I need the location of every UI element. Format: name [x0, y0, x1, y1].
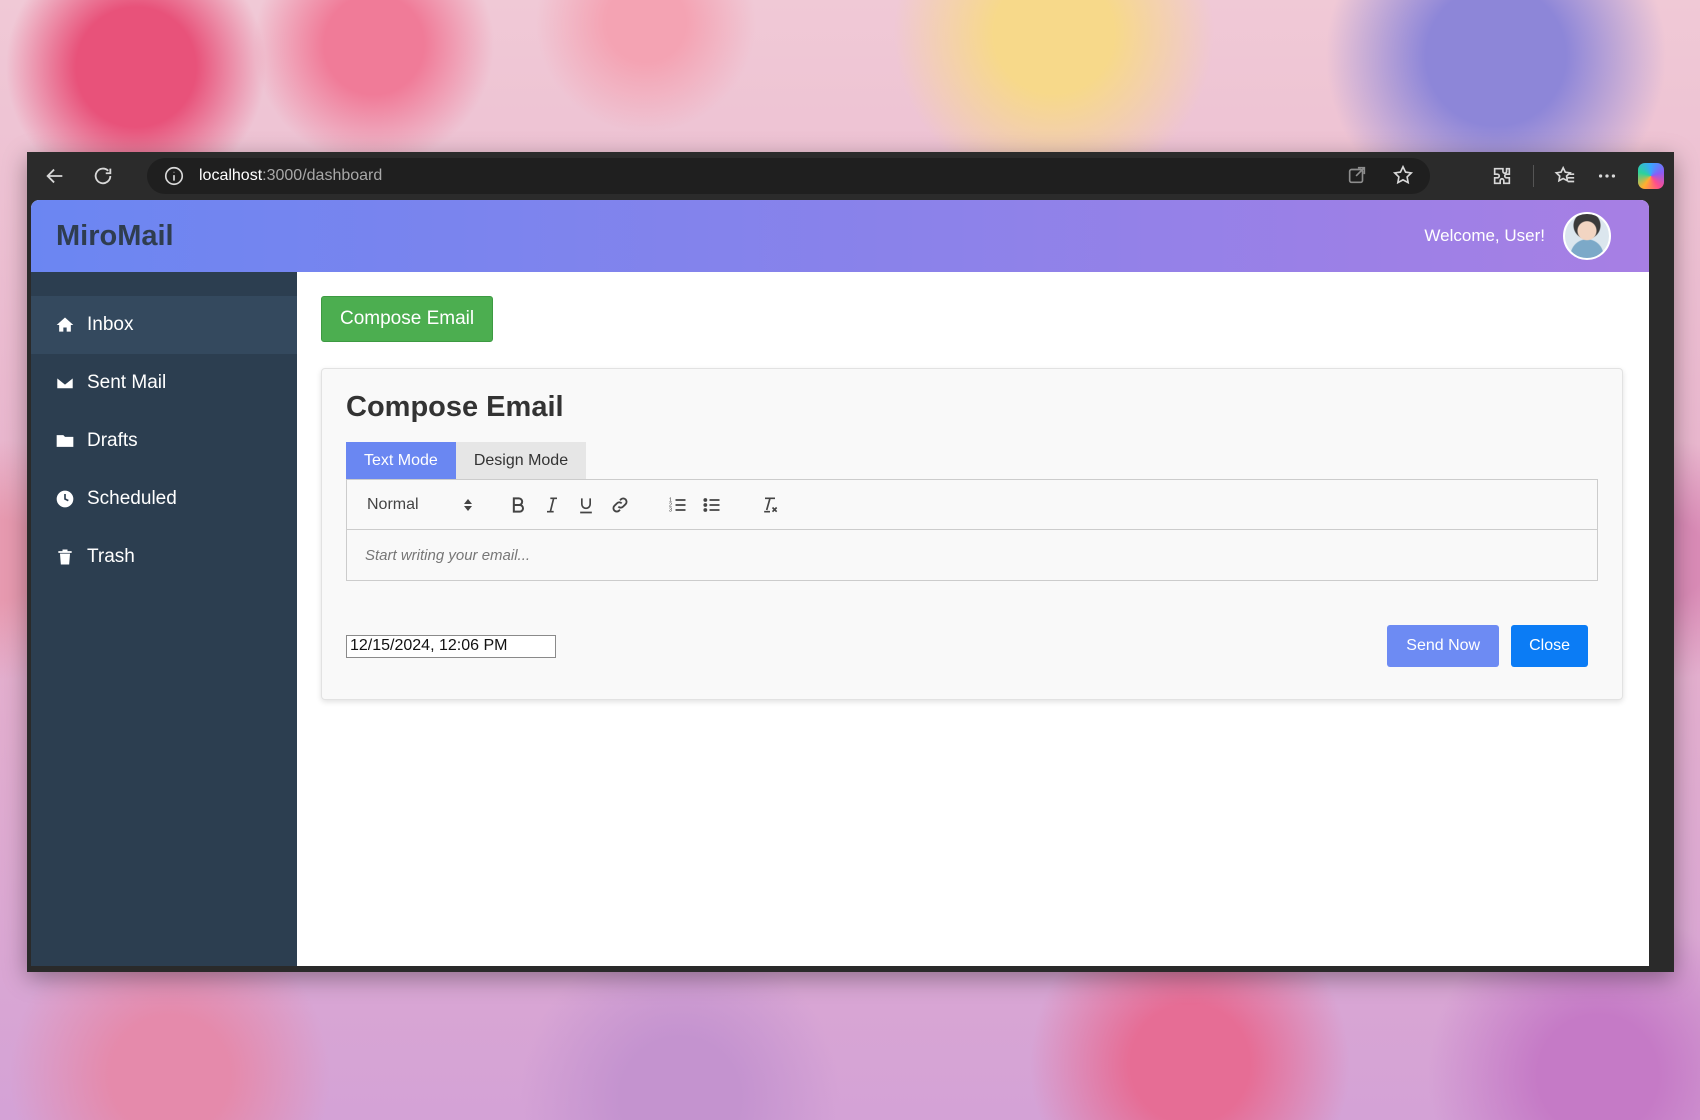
sidebar-item-drafts[interactable]: Drafts: [31, 412, 297, 470]
compose-actions: Send Now Close: [1387, 625, 1588, 667]
app-header: MiroMail Welcome, User!: [31, 200, 1649, 272]
open-in-app-icon[interactable]: [1346, 164, 1368, 186]
link-button[interactable]: [609, 494, 631, 516]
format-select-value: Normal: [367, 495, 419, 513]
italic-icon: [547, 497, 557, 512]
tab-design-mode[interactable]: Design Mode: [455, 442, 587, 479]
underline-button[interactable]: [575, 494, 597, 516]
browser-toolbar: localhost:3000/dashboard: [27, 152, 1674, 200]
sidebar-item-inbox[interactable]: Inbox: [31, 296, 297, 354]
italic-button[interactable]: [541, 494, 563, 516]
brand-logo[interactable]: MiroMail: [56, 220, 174, 253]
link-icon: [612, 497, 628, 512]
folder-icon: [56, 435, 74, 447]
sidebar-item-trash[interactable]: Trash: [31, 528, 297, 586]
editor-placeholder: Start writing your email...: [365, 546, 531, 564]
bullet-list-icon: [703, 497, 720, 512]
main-content: Compose Email Compose Email Text Mode De…: [297, 272, 1649, 966]
trash-icon: [58, 549, 72, 565]
url-path: :3000/dashboard: [262, 167, 383, 184]
back-icon: [46, 168, 63, 184]
rich-text-editor: Normal 1 2 3 Start writing your email...: [346, 479, 1598, 581]
tab-text-mode[interactable]: Text Mode: [346, 442, 456, 479]
back-button[interactable]: [35, 158, 75, 194]
reload-button[interactable]: [83, 158, 123, 194]
favorite-star-icon[interactable]: [1392, 164, 1414, 186]
address-bar[interactable]: localhost:3000/dashboard: [147, 158, 1430, 194]
browser-window: localhost:3000/dashboard MiroMail Welcom…: [27, 152, 1674, 972]
app-viewport: MiroMail Welcome, User! Inbox Sent Mail …: [31, 200, 1649, 966]
format-select[interactable]: Normal: [367, 496, 473, 514]
mode-tabs: Text Mode Design Mode: [346, 442, 1598, 479]
sidebar-item-sent-mail[interactable]: Sent Mail: [31, 354, 297, 412]
email-body-editor[interactable]: Start writing your email...: [347, 530, 1597, 580]
bold-button[interactable]: [507, 494, 529, 516]
info-icon[interactable]: [163, 165, 185, 187]
envelope-icon: [56, 376, 74, 390]
compose-title: Compose Email: [346, 391, 564, 423]
bullet-list-button[interactable]: [701, 494, 723, 516]
svg-text:3: 3: [669, 507, 672, 513]
clear-format-button[interactable]: [759, 494, 781, 516]
sidebar: Inbox Sent Mail Drafts Scheduled Trash: [31, 272, 297, 966]
app-body: Inbox Sent Mail Drafts Scheduled Trash C…: [31, 272, 1649, 966]
schedule-datetime-input[interactable]: [346, 634, 556, 658]
compose-footer: Send Now Close: [346, 625, 1598, 667]
ordered-list-button[interactable]: 123: [667, 494, 689, 516]
extensions-icon[interactable]: [1491, 165, 1513, 187]
close-button[interactable]: Close: [1511, 625, 1588, 667]
editor-toolbar: Normal 1 2 3: [347, 480, 1597, 530]
sidebar-item-label: Scheduled: [87, 488, 177, 509]
select-arrows-icon: [464, 498, 472, 511]
more-icon[interactable]: [1596, 165, 1618, 187]
sidebar-item-label: Sent Mail: [87, 372, 167, 393]
clock-icon: [56, 490, 74, 508]
home-icon: [56, 317, 74, 332]
underline-icon: [580, 497, 592, 513]
toolbar-separator: [1533, 165, 1534, 187]
sidebar-item-scheduled[interactable]: Scheduled: [31, 470, 297, 528]
sidebar-item-label: Trash: [87, 546, 135, 567]
compose-email-panel: Compose Email Text Mode Design Mode Norm…: [321, 368, 1623, 700]
welcome-text: Welcome, User!: [1424, 226, 1545, 245]
sidebar-item-label: Inbox: [87, 314, 134, 335]
user-area: Welcome, User!: [1424, 212, 1611, 260]
send-now-button[interactable]: Send Now: [1387, 625, 1500, 667]
reload-icon: [94, 167, 112, 185]
clear-format-icon: [764, 497, 778, 512]
avatar[interactable]: [1563, 212, 1611, 260]
url-host: localhost: [199, 167, 263, 184]
compose-email-button[interactable]: Compose Email: [321, 296, 494, 342]
ordered-list-icon: 123: [669, 497, 686, 513]
sidebar-item-label: Drafts: [87, 430, 138, 451]
bold-icon: [512, 496, 524, 513]
favorites-icon[interactable]: [1554, 165, 1576, 187]
copilot-icon[interactable]: [1638, 163, 1664, 189]
